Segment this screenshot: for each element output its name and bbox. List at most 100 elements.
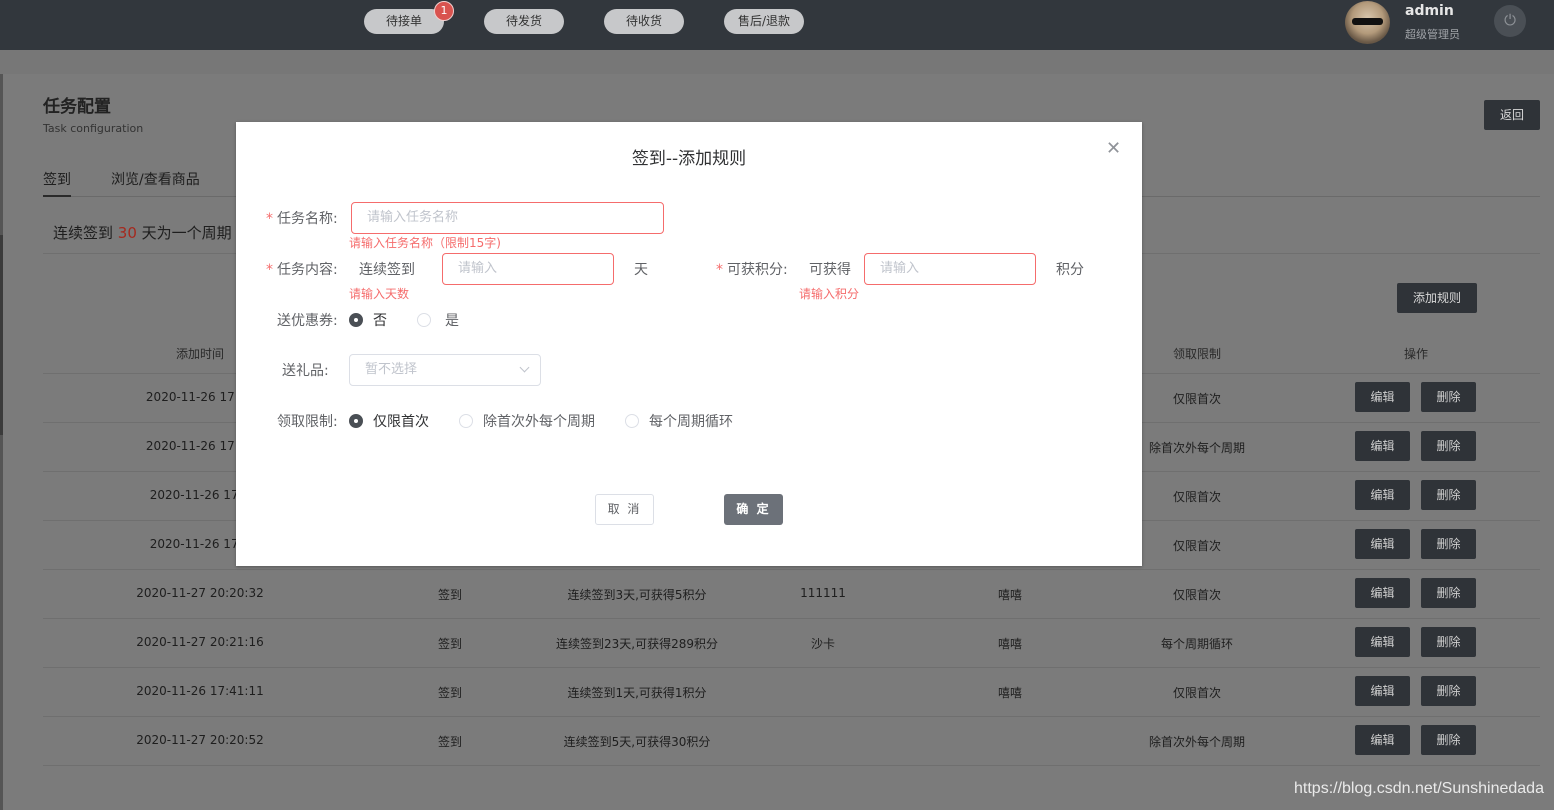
task-content-prefix: 连续签到 <box>359 262 415 278</box>
dialog-title: 签到--添加规则 <box>631 149 747 169</box>
points-label-text: 可获积分: <box>727 262 788 278</box>
cancel-button[interactable]: 取 消 <box>595 494 654 525</box>
required-mark: * <box>716 262 723 278</box>
task-name-input[interactable]: 请输入任务名称 <box>351 202 664 234</box>
limit-except-first-label[interactable]: 除首次外每个周期 <box>483 411 595 431</box>
table-row-divider <box>43 569 1540 570</box>
coupon-yes-label[interactable]: 是 <box>445 310 459 330</box>
table-row-divider <box>43 765 1540 766</box>
confirm-button[interactable]: 确 定 <box>724 494 783 525</box>
table-row-divider <box>43 716 1540 717</box>
column-header-ops: 操作 <box>1403 347 1428 361</box>
pending-count-badge: 1 <box>434 1 454 21</box>
points-input[interactable]: 请输入 <box>864 253 1036 285</box>
tab-after-sales-label: 售后/退款 <box>737 14 791 28</box>
limit-except-first-radio[interactable] <box>459 414 473 428</box>
delete-button[interactable]: 删除 <box>1421 431 1476 461</box>
cell-limit: 仅限首次 <box>1172 588 1221 602</box>
delete-button[interactable]: 删除 <box>1421 676 1476 706</box>
edit-button[interactable]: 编辑 <box>1355 627 1410 657</box>
delete-button[interactable]: 删除 <box>1421 382 1476 412</box>
task-name-label-text: 任务名称: <box>277 211 338 227</box>
gift-select[interactable]: 暂不选择 <box>349 354 541 386</box>
tab-after-sales[interactable]: 售后/退款 <box>724 9 804 34</box>
power-icon[interactable]: ⏻ <box>1494 5 1526 37</box>
cycle-description: 连续签到 30 天为一个周期 <box>53 222 232 243</box>
edit-button[interactable]: 编辑 <box>1355 578 1410 608</box>
tab-pending-receipt-label: 待收货 <box>625 14 662 28</box>
coupon-yes-radio[interactable] <box>417 313 431 327</box>
cell-limit: 每个周期循环 <box>1160 637 1233 651</box>
tab-browse-products[interactable]: 浏览/查看商品 <box>111 169 200 189</box>
required-mark: * <box>266 262 273 278</box>
table-row-divider <box>43 618 1540 619</box>
task-name-error: 请输入任务名称（限制15字) <box>349 236 501 250</box>
tab-pending-shipment-label: 待发货 <box>505 14 542 28</box>
gift-select-value: 暂不选择 <box>365 362 418 377</box>
days-unit: 天 <box>634 262 648 278</box>
cell-added-time: 2020-11-26 17:41:11 <box>136 684 264 698</box>
chevron-down-icon <box>519 362 530 373</box>
cell-added-time: 2020-11-27 20:20:32 <box>136 586 264 600</box>
column-header-limit: 领取限制 <box>1172 347 1221 361</box>
top-bar: 待接单 1 待发货 待收货 售后/退款 admin 超级管理员 ⏻ <box>0 0 1554 50</box>
limit-first-only-radio[interactable] <box>349 414 363 428</box>
cell-limit: 仅限首次 <box>1172 686 1221 700</box>
add-rule-button[interactable]: 添加规则 <box>1397 283 1477 313</box>
page-title: 任务配置 <box>43 97 111 117</box>
cell-limit: 除首次外每个周期 <box>1148 735 1245 749</box>
tab-pending-orders[interactable]: 待接单 1 <box>364 1 454 34</box>
task-name-placeholder: 请输入任务名称 <box>367 210 459 225</box>
edit-button[interactable]: 编辑 <box>1355 431 1410 461</box>
table-row-divider <box>43 667 1540 668</box>
cycle-suffix: 天为一个周期 <box>141 224 232 242</box>
delete-button[interactable]: 删除 <box>1421 529 1476 559</box>
sidebar-edge-dark <box>0 235 3 435</box>
gift-label: 送礼品: <box>282 363 329 379</box>
coupon-no-label[interactable]: 否 <box>373 310 387 330</box>
column-header-added-time: 添加时间 <box>175 347 224 361</box>
cycle-prefix: 连续签到 <box>53 224 114 242</box>
tab-sign-in[interactable]: 签到 <box>43 169 71 189</box>
edit-button[interactable]: 编辑 <box>1355 382 1410 412</box>
task-content-label-text: 任务内容: <box>277 262 338 278</box>
delete-button[interactable]: 删除 <box>1421 627 1476 657</box>
edit-button[interactable]: 编辑 <box>1355 529 1410 559</box>
edit-button[interactable]: 编辑 <box>1355 480 1410 510</box>
cycle-days: 30 <box>117 224 137 242</box>
coupon-no-radio[interactable] <box>349 313 363 327</box>
coupon-label: 送优惠券: <box>277 313 338 329</box>
close-icon[interactable]: ✕ <box>1106 140 1121 158</box>
user-role: 超级管理员 <box>1405 28 1460 41</box>
points-placeholder: 请输入 <box>880 261 920 276</box>
cell-task-content: 连续签到1天,可获得1积分 <box>567 686 707 700</box>
delete-button[interactable]: 删除 <box>1421 725 1476 755</box>
page-subtitle: Task configuration <box>43 122 144 135</box>
edit-button[interactable]: 编辑 <box>1355 676 1410 706</box>
delete-button[interactable]: 删除 <box>1421 480 1476 510</box>
task-name-label: * 任务名称: <box>266 208 338 228</box>
user-name: admin <box>1405 3 1454 19</box>
tab-pending-orders-label: 待接单 <box>385 14 422 28</box>
limit-label: 领取限制: <box>277 414 338 430</box>
task-content-label: * 任务内容: <box>266 259 338 279</box>
points-unit: 积分 <box>1056 262 1084 278</box>
add-rule-dialog: 签到--添加规则 ✕ * 任务名称: 请输入任务名称 请输入任务名称（限制15字)… <box>236 122 1142 566</box>
points-prefix: 可获得 <box>809 262 851 278</box>
sidebar-edge <box>0 74 3 810</box>
back-button[interactable]: 返回 <box>1484 100 1540 130</box>
days-error: 请输入天数 <box>349 287 410 301</box>
tab-pending-receipt[interactable]: 待收货 <box>604 9 684 34</box>
edit-button[interactable]: 编辑 <box>1355 725 1410 755</box>
tab-active-indicator <box>43 195 71 197</box>
tab-pending-shipment[interactable]: 待发货 <box>484 9 564 34</box>
delete-button[interactable]: 删除 <box>1421 578 1476 608</box>
points-label: * 可获积分: <box>716 259 788 279</box>
limit-every-cycle-label[interactable]: 每个周期循环 <box>649 411 733 431</box>
limit-first-only-label[interactable]: 仅限首次 <box>373 411 429 431</box>
limit-every-cycle-radio[interactable] <box>625 414 639 428</box>
days-input[interactable]: 请输入 <box>442 253 614 285</box>
avatar[interactable] <box>1345 1 1390 44</box>
cell-added-time: 2020-11-27 20:21:16 <box>136 635 264 649</box>
required-mark: * <box>266 211 273 227</box>
